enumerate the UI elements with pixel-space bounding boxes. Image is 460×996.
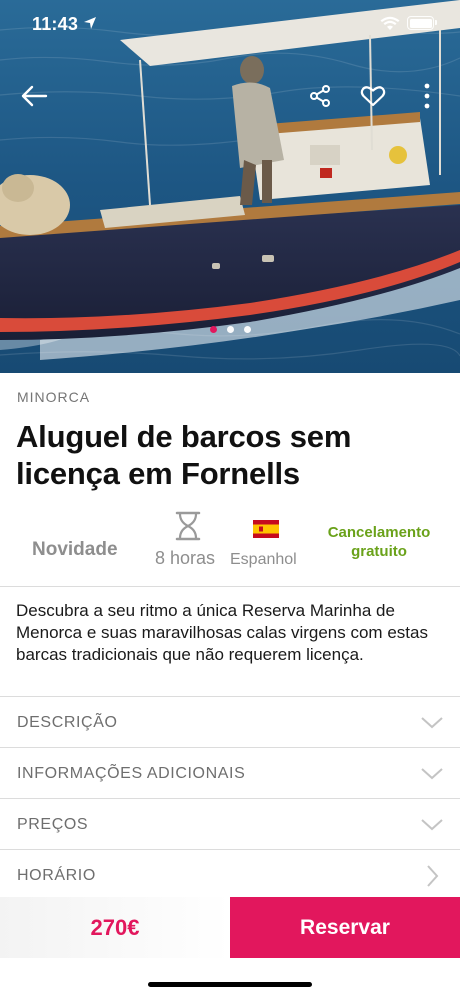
wifi-icon <box>380 16 400 30</box>
battery-icon <box>407 16 437 30</box>
location-arrow-icon <box>84 17 96 29</box>
activity-title: Aluguel de barcos sem licença em Fornell… <box>16 419 352 491</box>
section-label: DESCRIÇÃO <box>17 713 118 731</box>
status-bar: 11:43 <box>0 0 460 50</box>
chevron-right-icon <box>427 864 439 887</box>
boat-photo <box>0 0 460 373</box>
carousel-dot[interactable] <box>226 326 234 333</box>
language-label: Espanhol <box>230 551 297 568</box>
status-time: 11:43 <box>32 14 79 34</box>
price-label: 270€ <box>90 914 140 940</box>
region-label: MINORCA <box>17 389 91 405</box>
share-button[interactable] <box>302 78 338 114</box>
reserve-button-label: Reservar <box>300 915 390 939</box>
favorite-button[interactable] <box>355 78 391 114</box>
chevron-down-icon <box>421 767 443 779</box>
activity-summary: Descubra a seu ritmo a única Reserva Mar… <box>16 601 428 664</box>
reserve-button[interactable]: Reservar <box>230 897 460 958</box>
home-indicator[interactable] <box>148 982 312 987</box>
hero-image[interactable]: 11:43 <box>0 0 460 373</box>
more-options-button[interactable] <box>409 78 445 114</box>
section-label: HORÁRIO <box>17 866 96 884</box>
divider <box>0 586 460 587</box>
chevron-down-icon <box>421 716 443 728</box>
section-schedule[interactable]: HORÁRIO <box>0 850 460 901</box>
new-badge: Novidade <box>32 539 118 560</box>
more-vertical-icon <box>424 83 430 109</box>
home-area <box>0 958 460 996</box>
heart-icon <box>360 86 386 107</box>
back-arrow-icon <box>21 85 48 107</box>
duration-label: 8 horas <box>155 548 216 568</box>
features-row: Novidade 8 horas Espanhol Cancelamento g… <box>0 505 460 585</box>
section-label: INFORMAÇÕES ADICIONAIS <box>17 764 246 782</box>
carousel-dot[interactable] <box>209 326 217 333</box>
spain-flag-icon <box>253 520 279 538</box>
carousel-dot[interactable] <box>243 326 251 333</box>
section-label: PREÇOS <box>17 815 89 833</box>
section-prices[interactable]: PREÇOS <box>0 799 460 850</box>
carousel-indicator[interactable] <box>0 326 460 333</box>
hourglass-icon <box>175 511 201 541</box>
price-box: 270€ <box>0 897 230 958</box>
section-additional-info[interactable]: INFORMAÇÕES ADICIONAIS <box>0 748 460 799</box>
share-icon <box>310 85 330 107</box>
section-description[interactable]: DESCRIÇÃO <box>0 697 460 748</box>
free-cancellation-label: Cancelamento gratuito <box>327 524 431 560</box>
back-button[interactable] <box>16 78 52 114</box>
chevron-down-icon <box>421 818 443 830</box>
